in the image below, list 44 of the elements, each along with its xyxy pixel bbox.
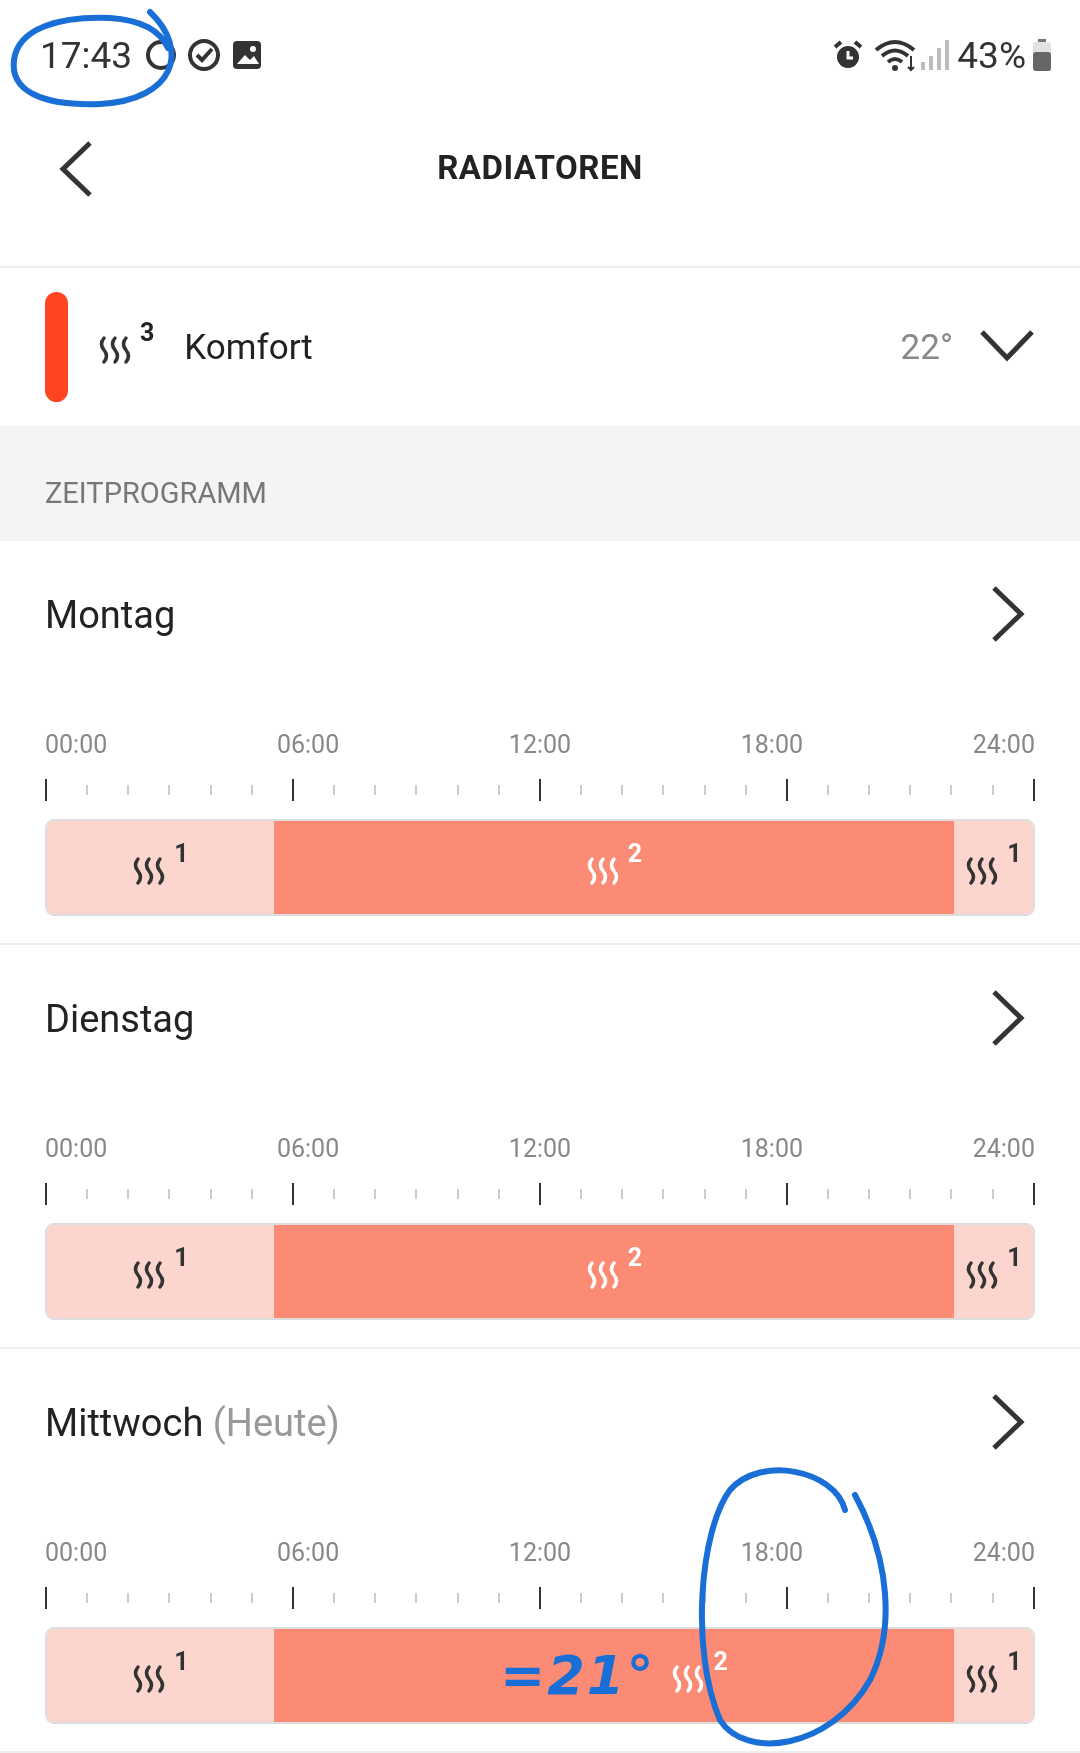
mode-level: 1: [1007, 840, 1022, 866]
mode-level: 1: [1007, 1648, 1022, 1674]
chevron-down-icon: [979, 328, 1035, 363]
time-label: 06:00: [276, 1135, 340, 1163]
mode-level: 1: [1007, 1244, 1022, 1270]
time-label: 06:00: [276, 731, 340, 759]
time-label: 06:00: [276, 1539, 340, 1567]
chevron-right-icon: [991, 988, 1025, 1047]
time-label: 24:00: [972, 731, 1035, 759]
mode-level: 1: [174, 1648, 189, 1674]
mode-level: 1: [174, 840, 189, 866]
day-title: Montag: [45, 592, 176, 639]
chevron-left-icon: [58, 140, 94, 198]
clock-time: 17:43: [40, 33, 133, 77]
screen-title: RADIATOREN: [437, 147, 643, 189]
check-circle-icon: [186, 37, 223, 73]
day-title: Dienstag: [45, 996, 195, 1043]
time-label: 18:00: [740, 1539, 804, 1567]
mode-level: 3: [140, 320, 155, 345]
battery-level: 43%: [957, 33, 1026, 77]
day-title: Mittwoch (Heute): [45, 1400, 340, 1447]
mode-level: 2: [627, 1244, 643, 1270]
chevron-right-icon: [991, 1392, 1025, 1451]
section-heading: ZEITPROGRAMM: [45, 478, 268, 508]
mode-name: Komfort: [184, 326, 313, 368]
handwritten-note: =21°: [500, 1644, 656, 1707]
time-label: 18:00: [740, 731, 804, 759]
time-label: 00:00: [45, 731, 108, 759]
time-label: 12:00: [508, 1135, 572, 1163]
time-label: 00:00: [45, 1135, 108, 1163]
signal-icon: [919, 38, 952, 72]
mode-level: 2: [627, 840, 643, 866]
temperature-value: 22°: [900, 326, 953, 368]
time-label: 12:00: [508, 731, 572, 759]
time-label: 24:00: [972, 1539, 1035, 1567]
mode-level: 1: [174, 1244, 189, 1270]
mode-level: 2: [713, 1648, 728, 1674]
time-label: 18:00: [740, 1135, 804, 1163]
time-label: 00:00: [45, 1539, 108, 1567]
battery-icon: [1032, 38, 1052, 72]
sync-icon: [144, 38, 179, 72]
time-label: 12:00: [508, 1539, 572, 1567]
time-label: 24:00: [972, 1135, 1035, 1163]
chevron-right-icon: [991, 584, 1025, 643]
